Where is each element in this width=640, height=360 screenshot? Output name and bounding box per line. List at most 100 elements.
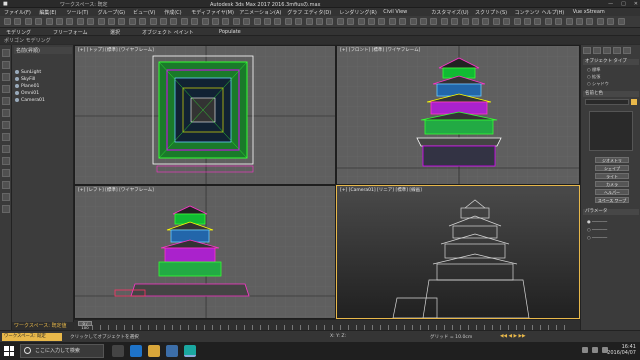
viewport-left[interactable]: [+] [レフト] [標準] [ワイヤフレーム] — [74, 185, 336, 319]
display-tab-icon[interactable] — [623, 47, 631, 54]
explorer-tool-icon[interactable] — [2, 193, 10, 201]
toolbar-tool-icon[interactable] — [108, 18, 115, 25]
motion-tab-icon[interactable] — [613, 47, 621, 54]
explorer-tool-icon[interactable] — [2, 157, 10, 165]
toolbar-tool-icon[interactable] — [118, 18, 126, 25]
color-swatch[interactable] — [631, 99, 637, 105]
menu-item-15[interactable]: Vue xStream — [573, 9, 605, 15]
viewport-front-label[interactable]: [+] [フロント] [標準] [ワイヤフレーム] — [340, 47, 420, 53]
app-icon[interactable]: ■ — [3, 1, 8, 7]
menu-item-7[interactable]: アニメーション(A) — [239, 9, 281, 16]
explorer-footer[interactable]: ワークスペース: 既定値 — [12, 322, 74, 330]
explorer-row[interactable]: SunLight — [15, 69, 71, 75]
shapes-button[interactable]: シェイプ — [595, 165, 629, 171]
explorer-tool-icon[interactable] — [2, 145, 10, 153]
menu-item-11[interactable]: カスタマイズ(U) — [431, 9, 468, 16]
time-slider[interactable]: 0 / 100 — [78, 321, 92, 330]
play-controls-icon[interactable]: ◀◀ ◀ ▶ ▶▶ — [500, 334, 526, 339]
maximize-icon[interactable]: □ — [621, 1, 626, 7]
toolbar-tool-icon[interactable] — [378, 18, 386, 25]
toolbar-tool-icon[interactable] — [222, 18, 230, 25]
toolbar-tool-icon[interactable] — [316, 18, 323, 25]
explorer-tool-icon[interactable] — [2, 49, 10, 57]
toolbar-tool-icon[interactable] — [24, 18, 32, 25]
explorer-tool-icon[interactable] — [2, 109, 10, 117]
explorer-tool-icon[interactable] — [2, 73, 10, 81]
toolbar-tool-icon[interactable] — [607, 18, 615, 25]
ribbon-sub-label[interactable]: ポリゴン モデリング — [4, 37, 51, 44]
toolbar-tool-icon[interactable] — [295, 18, 303, 25]
menu-item-9[interactable]: レンダリング(R) — [339, 9, 376, 16]
spacewarps-button[interactable]: スペース ワープ — [595, 197, 629, 203]
taskbar-search[interactable]: ここに入力して検索 — [20, 344, 104, 358]
toolbar-tool-icon[interactable] — [492, 18, 500, 25]
toolbar-tool-icon[interactable] — [243, 18, 251, 25]
menu-item-4[interactable]: ビュー(V) — [133, 9, 155, 16]
explorer-tool-icon[interactable] — [2, 121, 10, 129]
toolbar-tool-icon[interactable] — [139, 18, 147, 25]
helpers-button[interactable]: ヘルパー — [595, 189, 629, 195]
radio-shadow[interactable]: ○ シャドウ — [587, 81, 609, 87]
toolbar-tool-icon[interactable] — [212, 18, 219, 25]
toolbar-tool-icon[interactable] — [326, 18, 334, 25]
geometry-button[interactable]: ジオメトリ — [595, 157, 629, 163]
file-explorer-icon[interactable] — [148, 345, 160, 357]
toolbar-tool-icon[interactable] — [274, 18, 282, 25]
toolbar-tool-icon[interactable] — [97, 18, 105, 25]
toolbar-tool-icon[interactable] — [555, 18, 563, 25]
explorer-tool-icon[interactable] — [2, 205, 10, 213]
menu-item-13[interactable]: コンテンツ — [515, 9, 540, 16]
toolbar-tool-icon[interactable] — [357, 18, 365, 25]
visibility-icon[interactable] — [15, 98, 19, 102]
ribbon-tab-1[interactable]: フリーフォーム — [53, 29, 88, 36]
param-row-2[interactable]: ○ ────── — [587, 227, 607, 232]
toolbar-tool-icon[interactable] — [388, 18, 396, 25]
toolbar-tool-icon[interactable] — [128, 18, 136, 25]
toolbar-tool-icon[interactable] — [576, 18, 583, 25]
menu-item-6[interactable]: モディファイヤ(M) — [191, 9, 234, 16]
toolbar-tool-icon[interactable] — [503, 18, 511, 25]
toolbar-tool-icon[interactable] — [76, 18, 84, 25]
explorer-tool-icon[interactable] — [2, 169, 10, 177]
toolbar-tool-icon[interactable] — [420, 18, 427, 25]
task-view-icon[interactable] — [112, 345, 124, 357]
toolbar-tool-icon[interactable] — [4, 18, 11, 25]
toolbar-tool-icon[interactable] — [284, 18, 292, 25]
toolbar-tool-icon[interactable] — [191, 18, 199, 25]
toolbar-tool-icon[interactable] — [201, 18, 209, 25]
toolbar-tool-icon[interactable] — [45, 18, 53, 25]
start-menu-icon[interactable] — [4, 346, 14, 356]
toolbar-tool-icon[interactable] — [232, 18, 240, 25]
toolbar-tool-icon[interactable] — [305, 18, 313, 25]
menu-item-1[interactable]: 編集(E) — [39, 9, 56, 16]
param-row-1[interactable]: ● ────── — [587, 219, 607, 224]
toolbar-tool-icon[interactable] — [482, 18, 490, 25]
explorer-tool-icon[interactable] — [2, 61, 10, 69]
toolbar-tool-icon[interactable] — [513, 18, 521, 25]
viewport-camera-label[interactable]: [+] [Camera01] [リニア] [標準] [線画] — [340, 187, 422, 193]
volume-icon[interactable] — [592, 347, 598, 353]
explorer-row[interactable]: Omni01 — [15, 90, 71, 96]
toolbar-tool-icon[interactable] — [409, 18, 417, 25]
menu-item-5[interactable]: 作成(C) — [164, 9, 181, 16]
lights-button[interactable]: ライト — [595, 173, 629, 179]
toolbar-tool-icon[interactable] — [544, 18, 552, 25]
toolbar-tool-icon[interactable] — [347, 18, 355, 25]
toolbar-tool-icon[interactable] — [440, 18, 448, 25]
toolbar-tool-icon[interactable] — [451, 18, 459, 25]
create-tab-icon[interactable] — [583, 47, 591, 54]
explorer-row[interactable]: Plane01 — [15, 83, 71, 89]
3dsmax-app-icon[interactable] — [184, 345, 196, 357]
viewport-left-label[interactable]: [+] [レフト] [標準] [ワイヤフレーム] — [78, 187, 154, 193]
name-color-header[interactable]: 名前と色 — [583, 91, 639, 97]
toolbar-tool-icon[interactable] — [524, 18, 531, 25]
ribbon-tab-2[interactable]: 選択 — [110, 29, 120, 36]
menu-item-3[interactable]: グループ(G) — [98, 9, 125, 16]
parameters-header[interactable]: パラメータ — [583, 209, 639, 215]
maxscript-listener[interactable]: ワークスペース: 既定 — [2, 333, 62, 341]
menu-item-2[interactable]: ツール(T) — [66, 9, 88, 16]
ribbon-tab-0[interactable]: モデリング — [6, 29, 31, 36]
param-row-3[interactable]: ○ ────── — [587, 235, 607, 240]
close-icon[interactable]: ✕ — [634, 1, 638, 7]
clock[interactable]: 16:41 2016/04/07 — [607, 344, 636, 356]
